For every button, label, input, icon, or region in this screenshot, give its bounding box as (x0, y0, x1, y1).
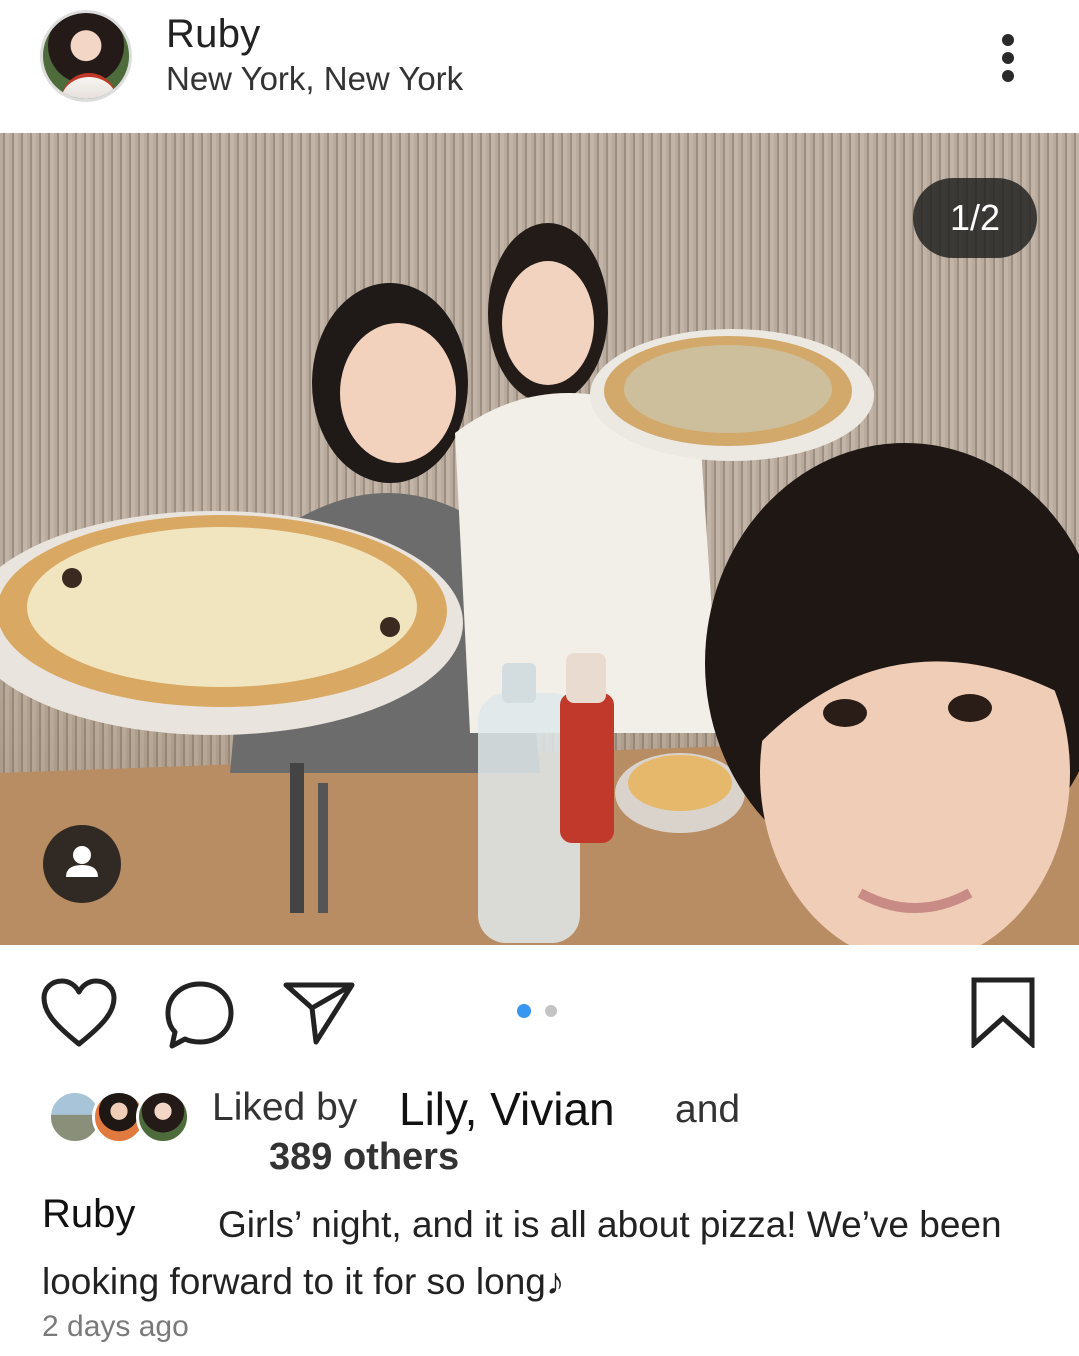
liked-by-others[interactable]: 389 others (269, 1136, 459, 1179)
username[interactable]: Ruby (166, 12, 261, 57)
avatar (136, 1090, 190, 1144)
carousel-dot (545, 1005, 557, 1017)
comment-icon[interactable] (164, 980, 236, 1055)
person-icon[interactable] (43, 825, 121, 903)
liked-by-and: and (675, 1088, 741, 1131)
post-header: Ruby New York, New York (0, 0, 1079, 133)
liked-by-avatars[interactable] (48, 1090, 190, 1146)
liked-by-label: Liked by (212, 1086, 358, 1129)
avatar-figure (61, 73, 117, 99)
timestamp: 2 days ago (42, 1310, 189, 1343)
location[interactable]: New York, New York (166, 60, 463, 98)
post-photo[interactable]: 1/2 (0, 133, 1079, 945)
send-icon[interactable] (282, 980, 356, 1051)
photo-counter: 1/2 (913, 178, 1037, 258)
more-vertical-icon[interactable] (994, 30, 1022, 86)
avatar[interactable] (40, 10, 132, 102)
heart-icon[interactable] (40, 978, 118, 1053)
photo-illustration (0, 223, 1079, 945)
caption-text: Girls’ night, and it is all about pizza!… (42, 1204, 1002, 1302)
liked-by-names[interactable]: Lily, Vivian (399, 1082, 615, 1136)
bookmark-icon[interactable] (970, 976, 1036, 1053)
carousel-dot-active (517, 1004, 531, 1018)
